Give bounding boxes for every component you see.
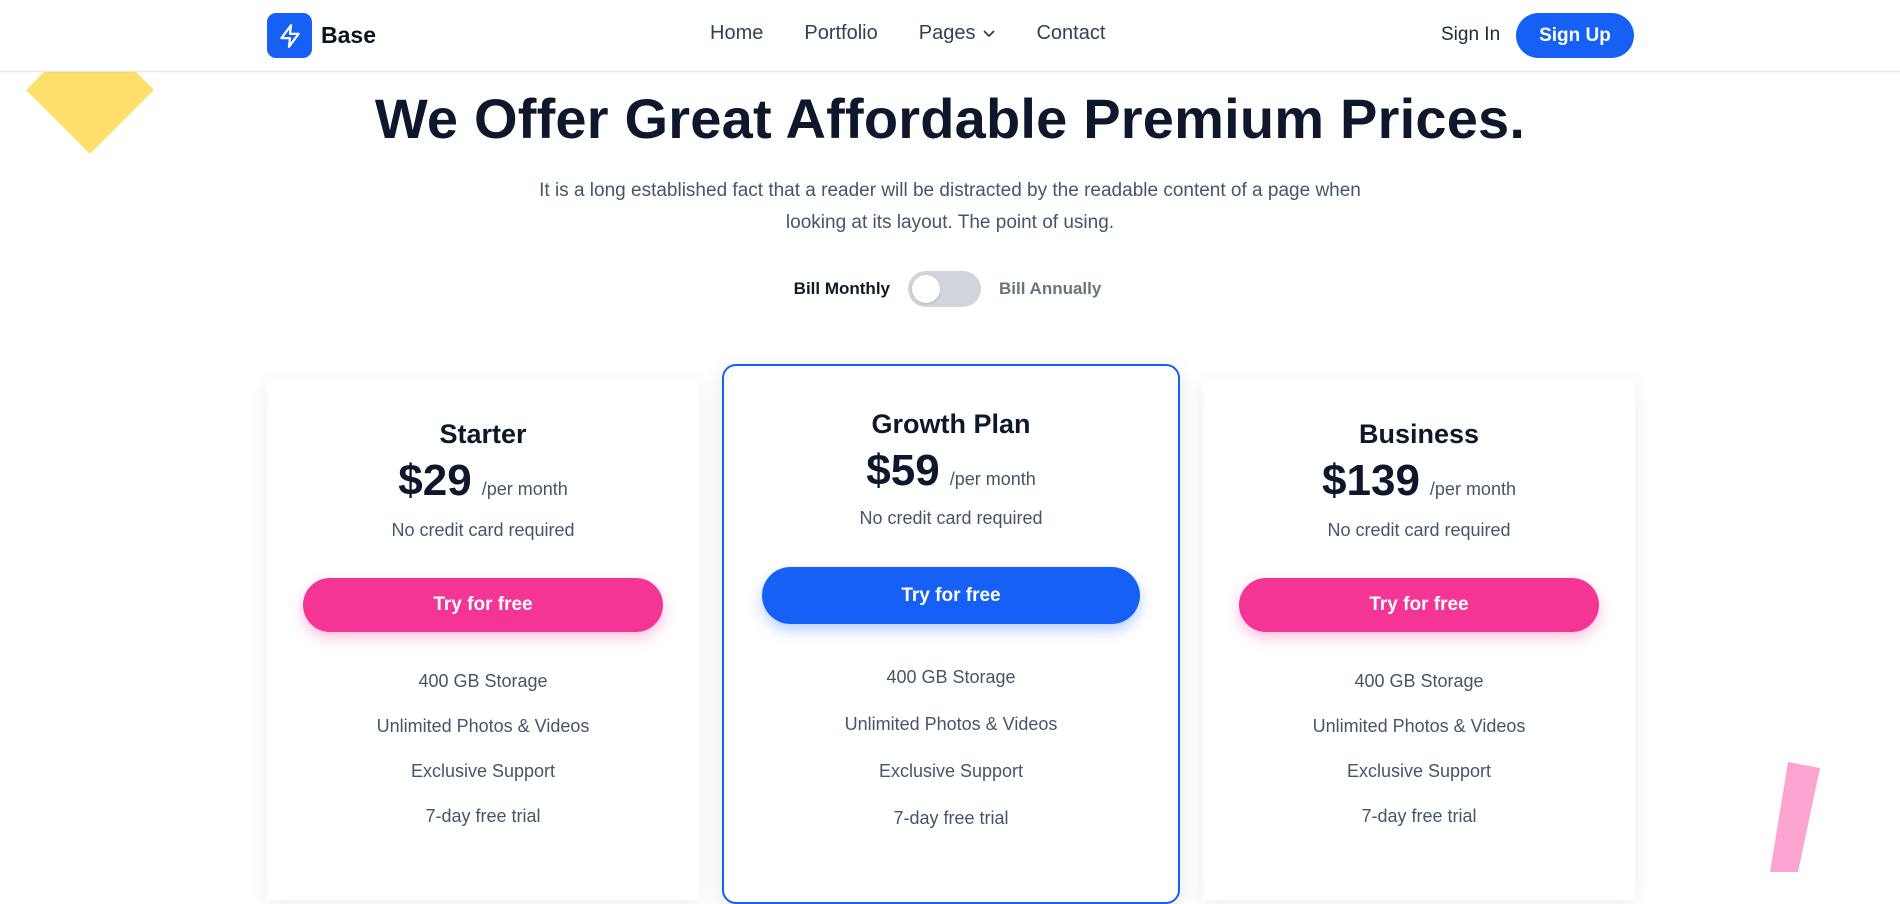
feature-item: Unlimited Photos & Videos <box>844 714 1058 734</box>
plan-period: /per month <box>1429 479 1516 499</box>
sign-up-button[interactable]: Sign Up <box>1516 13 1634 58</box>
plan-price: $59 <box>866 446 940 495</box>
bill-monthly-label: Bill Monthly <box>793 279 890 298</box>
feature-list: 400 GB Storage Unlimited Photos & Videos… <box>1203 659 1635 839</box>
feature-item: 7-day free trial <box>893 808 1009 828</box>
feature-item: 7-day free trial <box>1361 806 1477 826</box>
plan-price: $29 <box>398 456 472 505</box>
plan-name: Growth Plan <box>871 409 1031 439</box>
plan-name: Business <box>1358 419 1480 449</box>
plan-note: No credit card required <box>1327 520 1511 540</box>
plan-note: No credit card required <box>391 520 575 540</box>
nav-pages-label: Pages <box>918 22 976 44</box>
nav-home-label: Home <box>710 22 764 44</box>
try-for-free-button-starter[interactable]: Try for free <box>303 578 663 632</box>
feature-list: 400 GB Storage Unlimited Photos & Videos… <box>724 654 1178 842</box>
plan-card-starter: Starter $29 /per month No credit card re… <box>267 380 699 900</box>
feature-item: Exclusive Support <box>410 761 556 781</box>
feature-item: 400 GB Storage <box>1354 671 1484 691</box>
plan-name: Starter <box>439 419 527 449</box>
nav-portfolio-label: Portfolio <box>804 22 878 44</box>
feature-item: 7-day free trial <box>425 806 541 826</box>
feature-item: Exclusive Support <box>1346 761 1492 781</box>
page-subtitle: It is a long established fact that a rea… <box>539 180 1361 233</box>
feature-item: Unlimited Photos & Videos <box>1312 716 1526 736</box>
page-title: We Offer Great Affordable Premium Prices… <box>374 87 1526 150</box>
try-for-free-button-growth[interactable]: Try for free <box>762 567 1140 624</box>
feature-list: 400 GB Storage Unlimited Photos & Videos… <box>267 659 699 839</box>
price-row: $59 /per month <box>724 446 1178 502</box>
chevron-down-icon <box>983 30 995 38</box>
price-row: $29 /per month <box>267 456 699 512</box>
nav-pages-dropdown[interactable]: Pages <box>919 22 996 45</box>
main-nav: Home Portfolio Pages Contact <box>710 22 1105 45</box>
nav-contact-label: Contact <box>1036 22 1106 44</box>
feature-item: Unlimited Photos & Videos <box>376 716 590 736</box>
feature-item: 400 GB Storage <box>418 671 548 691</box>
site-header: Base Home Portfolio Pages Contact Sign I… <box>0 0 1900 72</box>
toggle-knob <box>912 275 940 303</box>
plan-period: /per month <box>481 479 568 499</box>
price-row: $139 /per month <box>1203 456 1635 512</box>
feature-item: 400 GB Storage <box>886 667 1016 687</box>
billing-toggle-switch[interactable] <box>908 271 981 307</box>
plan-price: $139 <box>1322 456 1420 505</box>
brand-name: Base <box>321 22 376 48</box>
billing-toggle-group: Bill Monthly Bill Annually <box>0 271 1900 307</box>
plan-note: No credit card required <box>859 508 1043 528</box>
plan-period: /per month <box>949 469 1036 489</box>
bill-annually-label: Bill Annually <box>999 279 1102 298</box>
logo[interactable]: Base <box>267 13 376 58</box>
decorative-pink-stripe <box>1770 762 1820 872</box>
nav-home[interactable]: Home <box>710 22 763 45</box>
plan-card-business: Business $139 /per month No credit card … <box>1203 380 1635 900</box>
sign-in-link[interactable]: Sign In <box>1441 24 1500 46</box>
lightning-bolt-icon <box>267 13 312 58</box>
nav-contact[interactable]: Contact <box>1036 22 1105 45</box>
feature-item: Exclusive Support <box>878 761 1024 781</box>
plan-card-growth: Growth Plan $59 /per month No credit car… <box>722 364 1180 904</box>
try-for-free-button-business[interactable]: Try for free <box>1239 578 1599 632</box>
nav-portfolio[interactable]: Portfolio <box>804 22 877 45</box>
